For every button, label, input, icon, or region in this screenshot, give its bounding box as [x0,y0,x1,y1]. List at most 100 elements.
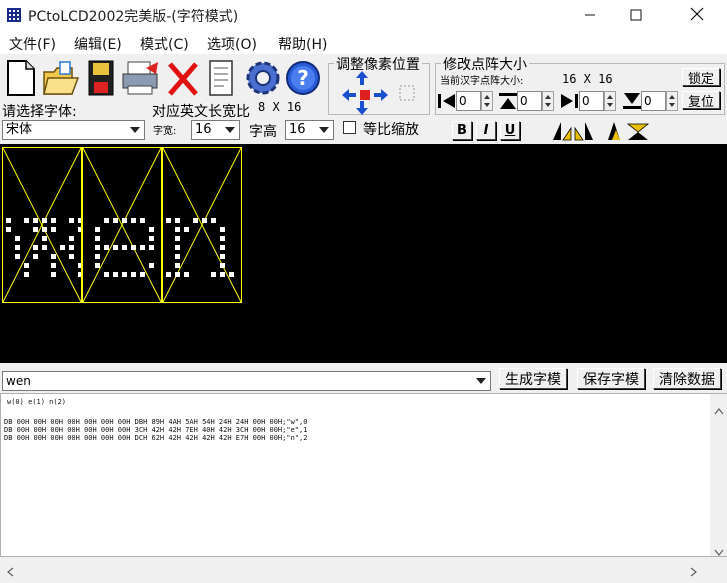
lit-pixel [220,272,225,277]
move-left-button[interactable] [342,86,356,105]
current-size-label: 当前汉字点阵大小: [440,76,524,87]
matrix-size-title: 修改点阵大小 [441,54,529,74]
lit-pixel [140,245,145,250]
menu-mode[interactable]: 模式(C) [140,34,189,54]
lit-pixel [220,236,225,241]
lit-pixel [131,245,136,250]
lit-pixel [78,272,81,277]
lit-pixel [42,245,47,250]
lit-pixel [51,218,56,223]
new-file-icon[interactable] [4,58,38,98]
flip-vertical-button[interactable] [606,120,650,146]
spin-right-field[interactable]: 0 [579,91,604,111]
pixel-adjust-title: 调整像素位置 [334,54,422,74]
printer-icon[interactable] [120,58,158,98]
lit-pixel [122,272,127,277]
lit-pixel [149,245,154,250]
arrow-left-icon [342,86,356,105]
text-input-value: wen [6,374,31,388]
lit-pixel [24,272,29,277]
width-label: 字宽: [153,126,177,137]
lit-pixel [42,236,47,241]
output-line-2: DB 00H 00H 00H 00H 00H 00H 00H DCH 62H 4… [4,434,308,442]
lit-pixel [131,272,136,277]
menu-file[interactable]: 文件(F) [9,34,56,54]
lit-pixel [202,218,207,223]
reset-button[interactable]: 复位 [682,91,720,110]
glyph-cell-n[interactable] [162,147,242,303]
delete-x-icon[interactable] [166,58,200,98]
menu-edit[interactable]: 编辑(E) [74,34,122,54]
lit-pixel [69,245,74,250]
title-bar[interactable]: PCtoLCD2002完美版-(字符模式) [0,0,727,30]
font-select-value: 宋体 [6,122,33,137]
lit-pixel [140,218,145,223]
spin-left-arrows[interactable] [481,91,493,111]
lit-pixel [166,272,171,277]
chevron-down-icon [221,122,238,138]
glyph-cell-e[interactable] [82,147,162,303]
minimize-button[interactable] [567,0,613,30]
lit-pixel [175,263,180,268]
maximize-button[interactable] [613,0,659,30]
spin-right-arrows[interactable] [604,91,616,111]
lit-pixel [220,263,225,268]
shrink-left-icon [437,92,457,114]
spin-bottom-field[interactable]: 0 [641,91,666,111]
width-select[interactable]: 16 [191,120,240,140]
height-select[interactable]: 16 [285,120,334,140]
lock-button[interactable]: 锁定 [682,68,720,87]
glyph-cell-w[interactable] [2,147,82,303]
select-font-label: 请选择字体: [2,104,77,120]
move-right-button[interactable] [374,86,388,105]
open-folder-icon[interactable] [42,58,80,98]
lit-pixel [95,227,100,232]
spin-top-arrows[interactable] [542,91,554,111]
horizontal-scrollbar[interactable] [0,557,727,577]
font-select[interactable]: 宋体 [2,120,145,140]
underline-button[interactable]: U [500,121,520,140]
lit-pixel [95,263,100,268]
lit-pixel [220,227,225,232]
lit-pixel [24,218,29,223]
lit-pixel [113,272,118,277]
clear-data-button[interactable]: 清除数据 [653,368,721,389]
ratio-label: 对应英文长宽比 [152,104,250,120]
menu-help[interactable]: 帮助(H) [278,34,327,54]
scroll-up-icon[interactable] [714,400,724,419]
vertical-scrollbar[interactable] [710,394,727,556]
close-button[interactable] [674,0,720,30]
gear-icon[interactable] [243,58,280,98]
lit-pixel [6,227,11,232]
lit-pixel [229,272,234,277]
lit-pixel [33,218,38,223]
proportional-checkbox[interactable] [343,121,356,134]
menu-options[interactable]: 选项(O) [207,34,257,54]
lit-pixel [33,254,38,259]
lit-pixel [113,245,118,250]
flip-horizontal-button[interactable] [551,120,595,146]
lit-pixel [78,227,81,232]
spin-left-field[interactable]: 0 [456,91,481,111]
spin-bottom-arrows[interactable] [666,91,678,111]
output-line-1: DB 00H 00H 00H 00H 00H 00H 00H 3CH 42H 4… [4,426,308,434]
lit-pixel [149,263,154,268]
lit-pixel [33,245,38,250]
save-font-button[interactable]: 保存字模 [577,368,645,389]
help-icon[interactable]: ? [284,58,320,98]
lit-pixel [184,227,189,232]
text-input-combo[interactable]: wen [2,371,491,391]
generate-button[interactable]: 生成字模 [499,368,567,389]
move-down-button[interactable] [356,100,368,119]
spin-top-field[interactable]: 0 [517,91,542,111]
bold-button[interactable]: B [452,121,472,140]
italic-button[interactable]: I [476,121,496,140]
save-disk-icon[interactable] [86,58,120,98]
lit-pixel [166,218,171,223]
scroll-right-icon[interactable] [690,562,698,581]
notepad-icon[interactable] [206,58,240,98]
lit-pixel [149,227,154,232]
output-textarea[interactable]: w(0) e(1) n(2) DB 00H 00H 00H 00H 00H 00… [0,393,727,557]
scroll-left-icon[interactable] [6,562,14,581]
lit-pixel [113,218,118,223]
